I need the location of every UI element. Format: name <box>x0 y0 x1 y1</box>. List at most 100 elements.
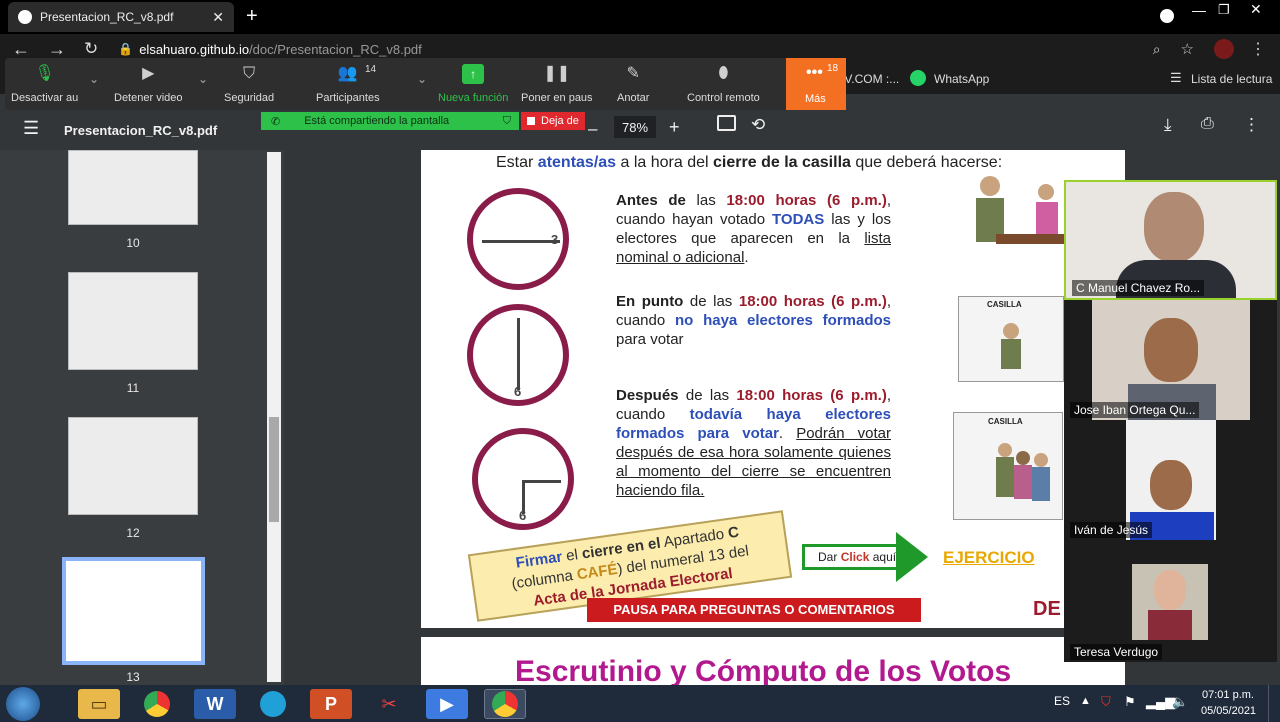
shield-check-icon: ⛉ <box>502 114 511 127</box>
tray-expand-icon[interactable]: ▲ <box>1080 695 1091 707</box>
clock-1500-icon: 3 <box>467 188 569 290</box>
sharing-status: Está compartiendo la pantalla <box>304 115 450 127</box>
tab-title: Presentacion_RC_v8.pdf <box>40 10 174 24</box>
participant-name: Iván de Jesús <box>1070 522 1153 538</box>
print-icon[interactable]: ⎙ <box>1201 115 1214 133</box>
window-close-icon[interactable]: ✕ <box>1250 1 1262 18</box>
chrome-taskbar-icon[interactable] <box>136 689 178 719</box>
hamburger-menu-icon[interactable]: ☰ <box>23 118 39 139</box>
new-share-button[interactable]: ↑ Nueva función <box>438 64 508 104</box>
share-screen-icon: ↑ <box>462 64 485 84</box>
ejercicio-link[interactable]: EJERCICIO <box>943 548 1035 568</box>
edge-icon[interactable] <box>252 689 294 719</box>
language-indicator[interactable]: ES <box>1054 694 1070 708</box>
snipping-tool-icon[interactable]: ✂ <box>368 689 410 719</box>
thumbnail-number: 12 <box>126 526 140 540</box>
participants-icon: 👥 <box>337 65 358 82</box>
thumbnail-number: 10 <box>126 236 140 250</box>
slide-logo: DE <box>1033 598 1061 620</box>
slide-header: Estar atentas/as a la hora del cierre de… <box>496 154 1003 171</box>
minimize-icon[interactable]: — <box>1192 2 1206 18</box>
chevron-down-icon[interactable]: ⌄ <box>417 72 427 86</box>
close-tab-icon[interactable]: ✕ <box>212 9 224 26</box>
word-icon[interactable]: W <box>194 689 236 719</box>
bookmark-star-icon[interactable]: ☆ <box>1181 40 1194 58</box>
bookmark-iv[interactable]: IV.COM :... <box>841 72 899 86</box>
stop-video-button[interactable]: ▶ Detener video <box>114 64 183 104</box>
browser-menu-icon[interactable]: ⋮ <box>1250 39 1266 59</box>
microphone-icon: 🎙 <box>34 65 55 82</box>
start-button[interactable] <box>6 687 40 721</box>
thumbnail-number: 13 <box>126 670 140 684</box>
pdf-title: Presentacion_RC_v8.pdf <box>64 123 218 138</box>
pdf-menu-icon[interactable]: ⋮ <box>1243 115 1260 135</box>
screen-share-banner: ✆ Está compartiendo la pantalla ⛉ <box>261 112 519 130</box>
url-field[interactable]: elsahuaro.github.io/doc/Presentacion_RC_… <box>139 42 422 57</box>
voters-illustration <box>966 172 1066 282</box>
sidebar-scrollbar[interactable] <box>267 152 281 682</box>
lock-icon: 🔒 <box>118 42 134 56</box>
flag-icon[interactable]: ⚑ <box>1124 694 1136 710</box>
pause-share-button[interactable]: ❚❚ Poner en paus <box>521 64 593 104</box>
more-button[interactable]: ••• 18 Más <box>786 58 846 110</box>
clock-time[interactable]: 07:01 p.m. <box>1202 689 1254 701</box>
paragraph-antes: Antes de las 18:00 horas (6 p.m.), cuand… <box>616 192 891 266</box>
back-icon[interactable]: ← <box>12 39 30 60</box>
volume-icon[interactable]: 🔈 <box>1172 694 1188 710</box>
thumbnail-12[interactable] <box>68 417 198 515</box>
participant-video[interactable]: Iván de Jesús <box>1064 420 1277 540</box>
clock-1815-icon: 6 <box>472 428 574 530</box>
powerpoint-icon[interactable]: P <box>310 689 352 719</box>
pdf-toolbar: ☰ Presentacion_RC_v8.pdf – 78% + ⟲ ⤓ ⎙ ⋮ <box>0 110 1280 150</box>
reading-list[interactable]: Lista de lectura <box>1191 72 1272 86</box>
security-button[interactable]: ⛉ Seguridad <box>224 64 274 104</box>
reload-icon[interactable]: ↻ <box>84 39 98 59</box>
zoom-app-icon[interactable]: ▶ <box>426 689 468 719</box>
shield-icon: ⛉ <box>243 65 256 82</box>
clock-date[interactable]: 05/05/2021 <box>1201 705 1256 717</box>
file-explorer-icon[interactable]: ▭ <box>78 689 120 719</box>
bookmark-whatsapp[interactable]: WhatsApp <box>934 72 989 86</box>
paragraph-en-punto: En punto de las 18:00 horas (6 p.m.), cu… <box>616 293 892 348</box>
participant-name: Teresa Verdugo <box>1070 644 1163 660</box>
fit-page-icon[interactable] <box>717 115 736 131</box>
participant-video[interactable]: Jose Iban Ortega Qu... <box>1064 300 1277 420</box>
phone-icon: ✆ <box>271 115 281 128</box>
browser-tab[interactable]: Presentacion_RC_v8.pdf ✕ <box>8 2 234 32</box>
pause-icon: ❚❚ <box>543 65 571 82</box>
participant-video-active[interactable]: C Manuel Chavez Ro... <box>1064 180 1277 300</box>
new-tab-icon[interactable]: + <box>246 5 258 28</box>
clock-1800-icon: 6 <box>467 304 569 406</box>
forward-icon[interactable]: → <box>48 39 66 60</box>
tab-search-icon[interactable] <box>1160 9 1174 23</box>
zoom-in-button[interactable]: + <box>669 117 680 138</box>
chevron-down-icon[interactable]: ⌄ <box>89 72 99 86</box>
zoom-out-button[interactable]: – <box>588 119 597 139</box>
participant-name: Jose Iban Ortega Qu... <box>1070 402 1200 418</box>
rotate-icon[interactable]: ⟲ <box>751 115 765 135</box>
mute-button[interactable]: 🎙 Desactivar au <box>11 64 78 104</box>
thumbnail-11[interactable] <box>68 272 198 370</box>
download-icon[interactable]: ⤓ <box>1164 115 1172 135</box>
thumbnail-13-selected[interactable] <box>62 557 205 665</box>
pause-banner: PAUSA PARA PREGUNTAS O COMENTARIOS <box>587 598 921 622</box>
thumbnail-10[interactable] <box>68 150 198 225</box>
annotate-button[interactable]: ✎ Anotar <box>617 64 649 104</box>
pencil-icon: ✎ <box>626 65 640 82</box>
security-tray-icon[interactable]: ⛉ <box>1101 694 1111 710</box>
chevron-down-icon[interactable]: ⌄ <box>198 72 208 86</box>
profile-avatar[interactable] <box>1214 39 1234 59</box>
zoom-lens-icon[interactable]: ⌕ <box>1153 41 1161 58</box>
chrome-active-icon[interactable] <box>484 689 526 719</box>
casilla-line-illustration: CASILLA <box>953 412 1063 520</box>
zoom-level-input[interactable]: 78% <box>614 116 656 138</box>
show-desktop-button[interactable] <box>1268 685 1280 722</box>
participant-video[interactable]: Teresa Verdugo <box>1064 540 1277 662</box>
video-camera-icon: ▶ <box>142 65 155 82</box>
remote-control-button[interactable]: ⬮ Control remoto <box>687 64 760 104</box>
stop-share-button[interactable]: Deja de <box>521 112 585 130</box>
restore-icon[interactable]: ❐ <box>1218 2 1230 18</box>
network-icon[interactable]: ▂▄▆ <box>1146 694 1175 710</box>
click-here-arrow-button[interactable]: Dar Click aquí <box>802 532 932 582</box>
windows-taskbar: ▭ W P ✂ ▶ ES ▲ ⛉ ⚑ ▂▄▆ 🔈 07:01 p.m. 05/0… <box>0 685 1280 722</box>
